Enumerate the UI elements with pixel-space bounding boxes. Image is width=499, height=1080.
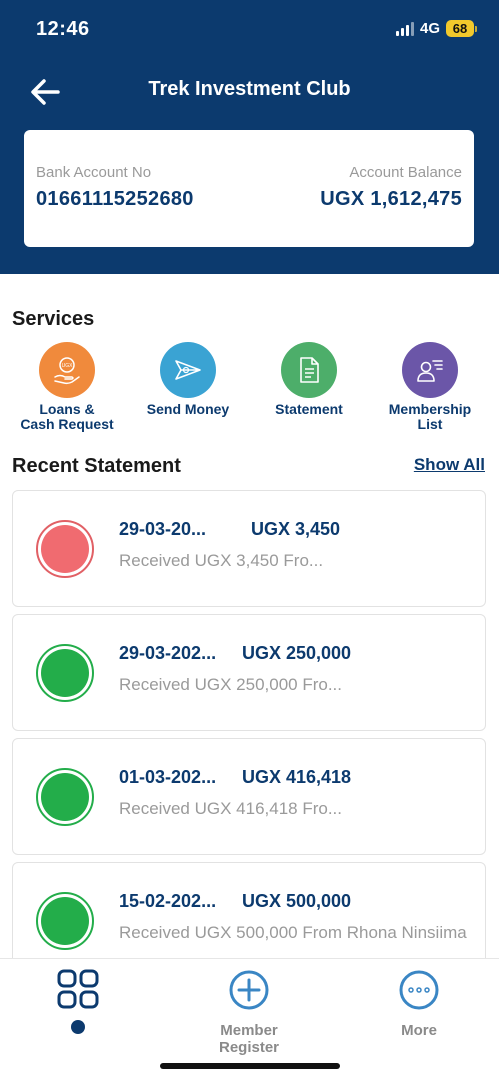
home-indicator: [160, 1063, 340, 1069]
network-label: 4G: [419, 20, 440, 37]
status-indicator: [36, 644, 94, 702]
service-label-statement: Statement: [275, 401, 343, 417]
statement-item[interactable]: 29-03-202... UGX 250,000 Received UGX 25…: [12, 614, 486, 731]
service-statement[interactable]: Statement: [249, 342, 369, 417]
status-indicator: [36, 520, 94, 578]
grid-icon: [57, 969, 99, 1009]
statement-date: 01-03-202...: [119, 767, 217, 787]
nav-member-register[interactable]: Member Register: [189, 969, 309, 1056]
member-list-icon: [417, 360, 443, 382]
nav-more[interactable]: More: [389, 969, 449, 1039]
account-balance-label: Account Balance: [349, 164, 462, 181]
service-label-membership: Membership List: [388, 401, 472, 432]
statement-amount: UGX 3,450: [251, 519, 341, 539]
member-register-label: Member Register: [218, 1022, 280, 1056]
statement-description: Received UGX 250,000 Fro...: [119, 675, 343, 694]
document-icon: [300, 357, 319, 383]
services-title: Services: [12, 308, 95, 330]
status-bar: 12:46 4G 68: [0, 0, 499, 60]
service-membership-list[interactable]: Membership List: [370, 342, 490, 432]
statement-date: 29-03-202...: [119, 643, 217, 663]
paper-plane-icon: [175, 360, 201, 380]
header: 12:46 4G 68 Trek Investment Club Bank Ac…: [0, 0, 499, 274]
battery-icon: 68: [446, 20, 477, 37]
statement-description: Received UGX 500,000 From Rhona Ninsiima: [119, 923, 467, 942]
service-circle-send-money: [160, 342, 216, 398]
hand-coin-icon: UGX: [54, 357, 80, 385]
statement-date: 15-02-202...: [119, 891, 217, 911]
service-label-send-money: Send Money: [146, 401, 230, 417]
service-loans-cash-request[interactable]: UGX Loans & Cash Request: [7, 342, 127, 432]
show-all-link[interactable]: Show All: [414, 455, 485, 475]
account-card: Bank Account No 01661115252680 Account B…: [24, 130, 474, 247]
nav-home[interactable]: [56, 969, 100, 1034]
statement-item[interactable]: 29-03-20... UGX 3,450 Received UGX 3,450…: [12, 490, 486, 607]
statement-amount: UGX 416,418: [242, 767, 352, 787]
service-circle-membership: [402, 342, 458, 398]
bottom-nav: Member Register More: [0, 958, 499, 1080]
plus-circle-icon: [229, 970, 269, 1010]
battery-level: 68: [446, 20, 474, 37]
signal-icon: [395, 21, 414, 36]
service-circle-loans: UGX: [39, 342, 95, 398]
statement-item[interactable]: 01-03-202... UGX 416,418 Received UGX 41…: [12, 738, 486, 855]
account-number: 01661115252680: [36, 188, 194, 210]
status-indicator: [36, 768, 94, 826]
statement-amount: UGX 500,000: [242, 891, 352, 911]
recent-statement-title: Recent Statement: [12, 455, 181, 477]
more-icon: [399, 970, 439, 1010]
status-indicators: 4G 68: [395, 20, 477, 37]
service-label-loans: Loans & Cash Request: [20, 401, 114, 432]
statement-description: Received UGX 3,450 Fro...: [119, 551, 324, 570]
nav-bar: Trek Investment Club: [0, 70, 499, 114]
statement-date: 29-03-20...: [119, 519, 207, 539]
service-send-money[interactable]: Send Money: [128, 342, 248, 417]
statement-amount: UGX 250,000: [242, 643, 352, 663]
status-indicator: [36, 892, 94, 950]
account-balance: UGX 1,612,475: [320, 188, 462, 210]
statement-description: Received UGX 416,418 Fro...: [119, 799, 343, 818]
status-time: 12:46: [36, 18, 90, 40]
more-label: More: [401, 1022, 437, 1039]
svg-text:UGX: UGX: [62, 363, 74, 369]
page-title: Trek Investment Club: [148, 78, 351, 100]
active-indicator: [71, 1020, 85, 1034]
account-number-label: Bank Account No: [36, 164, 152, 181]
service-circle-statement: [281, 342, 337, 398]
